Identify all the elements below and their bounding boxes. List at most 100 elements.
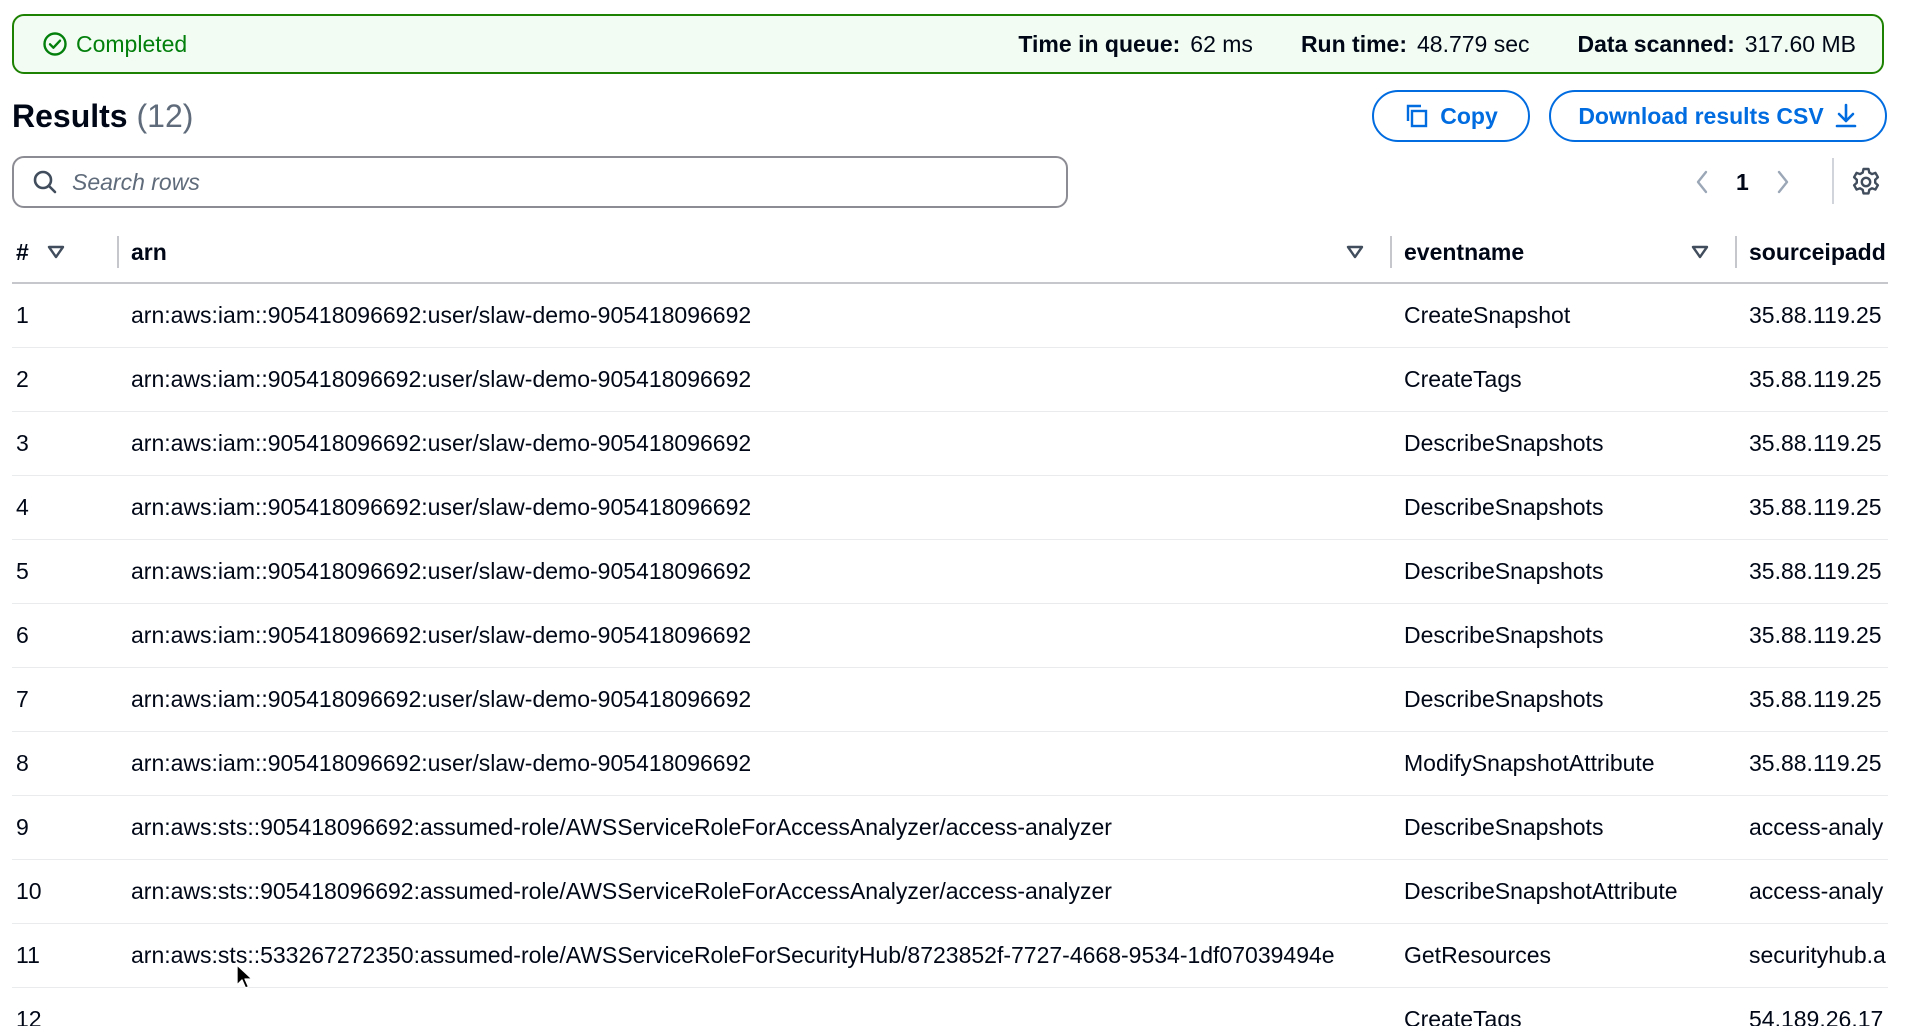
sourceipaddress-cell: 35.88.119.25: [1737, 603, 1888, 668]
column-header-arn[interactable]: arn: [119, 222, 1392, 284]
table-row[interactable]: 12 CreateTags 54.189.26.17: [12, 987, 1888, 1026]
arn-cell: arn:aws:iam::905418096692:user/slaw-demo…: [119, 731, 1392, 796]
table-row[interactable]: 2 arn:aws:iam::905418096692:user/slaw-dem…: [12, 347, 1888, 412]
arn-cell: arn:aws:iam::905418096692:user/slaw-demo…: [119, 475, 1392, 540]
arn-cell: arn:aws:iam::905418096692:user/slaw-demo…: [119, 539, 1392, 604]
chevron-left-icon[interactable]: [1694, 169, 1710, 195]
status-metrics: Time in queue: 62 ms Run time: 48.779 sec …: [1018, 31, 1856, 58]
eventname-cell: DescribeSnapshots: [1392, 795, 1737, 860]
row-number-cell: 7: [12, 667, 119, 732]
arn-cell: arn:aws:iam::905418096692:user/slaw-demo…: [119, 411, 1392, 476]
eventname-cell: CreateSnapshot: [1392, 283, 1737, 348]
gear-icon[interactable]: [1850, 166, 1882, 198]
sort-caret-icon[interactable]: [1346, 245, 1364, 259]
eventname-cell: DescribeSnapshots: [1392, 667, 1737, 732]
sourceipaddress-cell: access-analy: [1737, 859, 1888, 924]
results-count: (12): [136, 98, 194, 134]
copy-button-label: Copy: [1440, 102, 1498, 129]
status-indicator: Completed: [42, 31, 187, 58]
pagination-divider: [1832, 158, 1834, 204]
metric-value: 62 ms: [1190, 30, 1253, 57]
search-rows-field[interactable]: [12, 156, 1068, 208]
row-number-cell: 9: [12, 795, 119, 860]
search-rows-input[interactable]: [70, 167, 1034, 197]
column-header-eventname[interactable]: eventname: [1392, 222, 1737, 284]
arn-cell: arn:aws:iam::905418096692:user/slaw-demo…: [119, 667, 1392, 732]
table-row[interactable]: 5 arn:aws:iam::905418096692:user/slaw-dem…: [12, 539, 1888, 604]
copy-button[interactable]: Copy: [1372, 90, 1530, 142]
eventname-cell: DescribeSnapshots: [1392, 475, 1737, 540]
table-header-row: # arn eventname sourceipadd: [12, 222, 1888, 284]
results-table-container[interactable]: # arn eventname sourceipadd 1 arn:aws:iam…: [12, 222, 1888, 1026]
metric-label: Data scanned:: [1577, 30, 1735, 57]
eventname-cell: ModifySnapshotAttribute: [1392, 731, 1737, 796]
table-row[interactable]: 7 arn:aws:iam::905418096692:user/slaw-dem…: [12, 667, 1888, 732]
table-row[interactable]: 9 arn:aws:sts::905418096692:assumed-role/…: [12, 795, 1888, 860]
metric-time-in-queue: Time in queue: 62 ms: [1018, 31, 1253, 58]
sort-caret-icon[interactable]: [1691, 245, 1709, 259]
sourceipaddress-cell: 35.88.119.25: [1737, 411, 1888, 476]
table-row[interactable]: 4 arn:aws:iam::905418096692:user/slaw-dem…: [12, 475, 1888, 540]
query-status-bar: Completed Time in queue: 62 ms Run time: 4…: [12, 14, 1884, 74]
column-header-number[interactable]: #: [12, 222, 119, 284]
sourceipaddress-cell: 35.88.119.25: [1737, 347, 1888, 412]
metric-run-time: Run time: 48.779 sec: [1301, 31, 1530, 58]
sourceipaddress-cell: 35.88.119.25: [1737, 539, 1888, 604]
sourceipaddress-cell: 35.88.119.25: [1737, 731, 1888, 796]
table-row[interactable]: 3 arn:aws:iam::905418096692:user/slaw-dem…: [12, 411, 1888, 476]
row-number-cell: 12: [12, 987, 119, 1026]
metric-value: 48.779 sec: [1417, 30, 1530, 57]
eventname-cell: CreateTags: [1392, 987, 1737, 1026]
chevron-right-icon[interactable]: [1775, 169, 1791, 195]
row-number-cell: 3: [12, 411, 119, 476]
results-title: Results: [12, 98, 128, 134]
row-number-cell: 1: [12, 283, 119, 348]
metric-label: Time in queue:: [1018, 30, 1181, 57]
metric-data-scanned: Data scanned: 317.60 MB: [1578, 31, 1856, 58]
sourceipaddress-cell: 54.189.26.17: [1737, 987, 1888, 1026]
results-table: # arn eventname sourceipadd 1 arn:aws:iam…: [12, 222, 1888, 1026]
sourceipaddress-cell: 35.88.119.25: [1737, 283, 1888, 348]
sort-caret-icon[interactable]: [47, 245, 65, 259]
column-header-label: #: [16, 238, 29, 265]
column-header-sourceipaddress[interactable]: sourceipadd: [1737, 222, 1888, 284]
table-row[interactable]: 8 arn:aws:iam::905418096692:user/slaw-dem…: [12, 731, 1888, 796]
column-header-label: sourceipadd: [1749, 238, 1886, 265]
eventname-cell: GetResources: [1392, 923, 1737, 988]
mouse-cursor-icon: [236, 964, 254, 990]
eventname-cell: CreateTags: [1392, 347, 1737, 412]
sourceipaddress-cell: access-analy: [1737, 795, 1888, 860]
search-icon: [32, 169, 58, 195]
row-number-cell: 5: [12, 539, 119, 604]
pagination: 1: [1694, 160, 1791, 204]
arn-cell: arn:aws:sts::533267272350:assumed-role/A…: [119, 923, 1392, 988]
arn-cell: arn:aws:sts::905418096692:assumed-role/A…: [119, 859, 1392, 924]
status-label: Completed: [76, 30, 188, 57]
eventname-cell: DescribeSnapshotAttribute: [1392, 859, 1737, 924]
column-header-label: eventname: [1404, 238, 1525, 265]
current-page[interactable]: 1: [1736, 169, 1749, 196]
download-icon: [1834, 103, 1858, 129]
download-button-label: Download results CSV: [1578, 102, 1824, 129]
row-number-cell: 10: [12, 859, 119, 924]
arn-cell: [119, 987, 1392, 1026]
table-body: 1 arn:aws:iam::905418096692:user/slaw-dem…: [12, 283, 1888, 1026]
download-results-csv-button[interactable]: Download results CSV: [1549, 90, 1887, 142]
table-row[interactable]: 10 arn:aws:sts::905418096692:assumed-role…: [12, 859, 1888, 924]
eventname-cell: DescribeSnapshots: [1392, 539, 1737, 604]
check-circle-icon: [42, 31, 68, 57]
table-row[interactable]: 1 arn:aws:iam::905418096692:user/slaw-dem…: [12, 283, 1888, 348]
copy-icon: [1404, 103, 1430, 129]
column-header-label: arn: [131, 238, 167, 265]
sourceipaddress-cell: 35.88.119.25: [1737, 475, 1888, 540]
arn-cell: arn:aws:iam::905418096692:user/slaw-demo…: [119, 347, 1392, 412]
metric-label: Run time:: [1300, 30, 1407, 57]
row-number-cell: 2: [12, 347, 119, 412]
table-row[interactable]: 6 arn:aws:iam::905418096692:user/slaw-dem…: [12, 603, 1888, 668]
sourceipaddress-cell: 35.88.119.25: [1737, 667, 1888, 732]
eventname-cell: DescribeSnapshots: [1392, 603, 1737, 668]
metric-value: 317.60 MB: [1744, 30, 1856, 57]
table-row[interactable]: 11 arn:aws:sts::533267272350:assumed-role…: [12, 923, 1888, 988]
arn-cell: arn:aws:iam::905418096692:user/slaw-demo…: [119, 283, 1392, 348]
row-number-cell: 11: [12, 923, 119, 988]
